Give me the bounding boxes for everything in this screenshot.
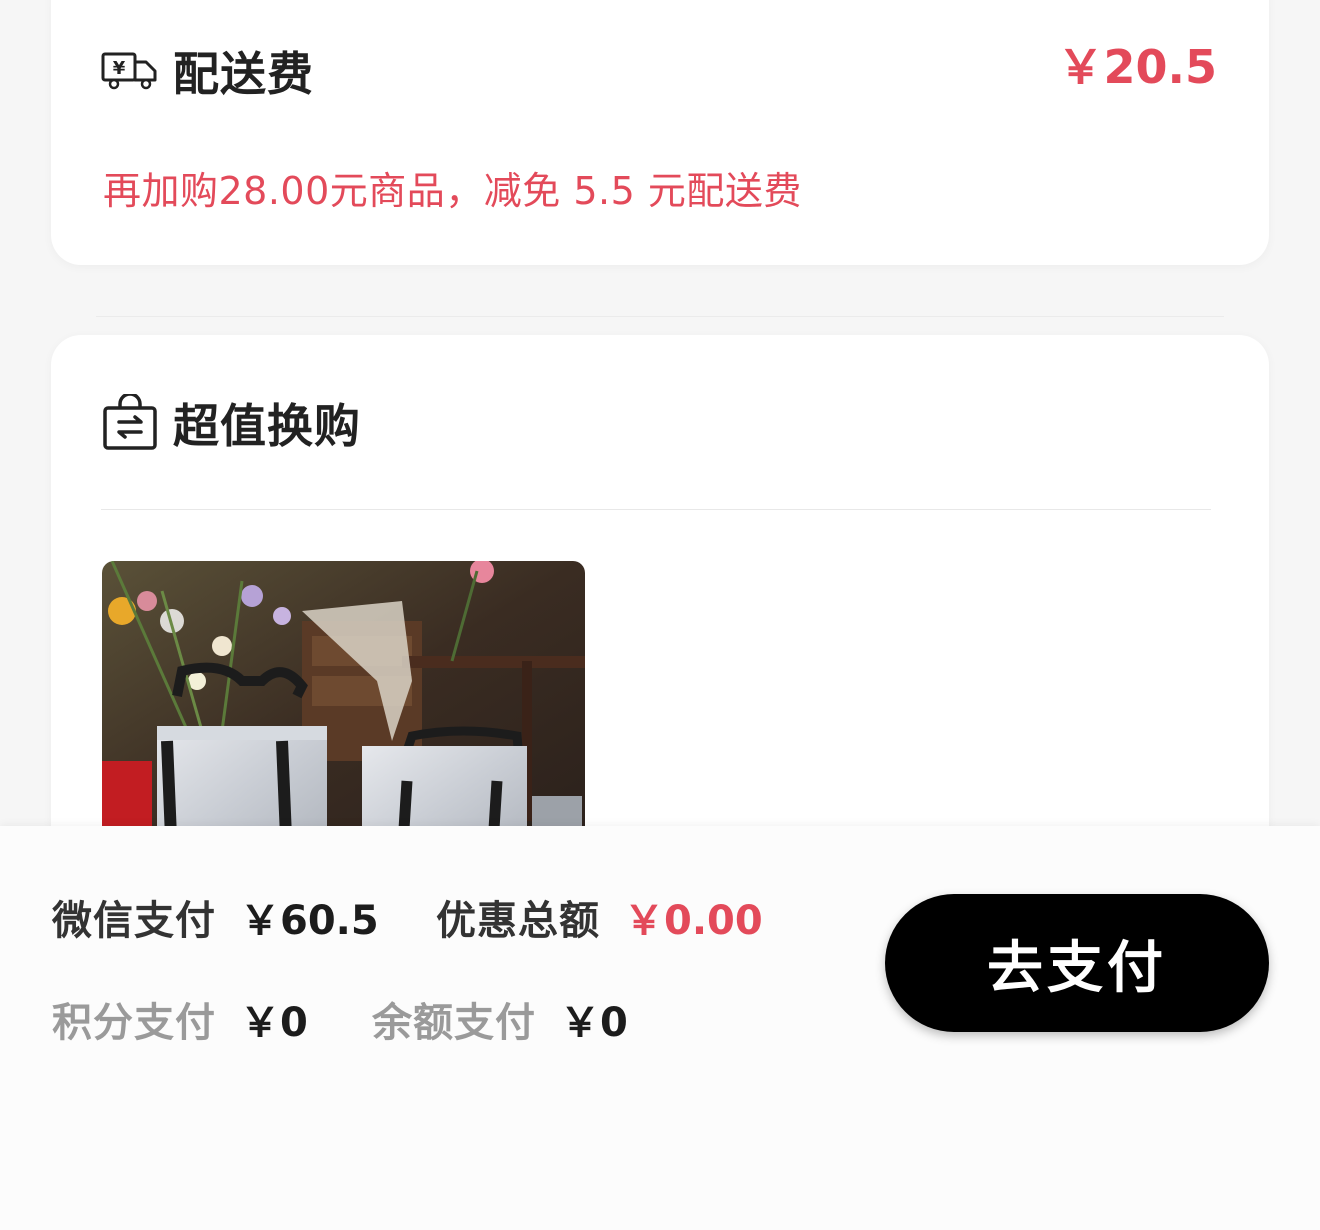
- exchange-purchase-title: 超值换购: [173, 399, 361, 453]
- balance-pay-label: 余额支付: [372, 1000, 536, 1046]
- points-pay-label: 积分支付: [52, 1000, 216, 1046]
- exchange-purchase-card: 超值换购: [51, 335, 1269, 895]
- delivery-truck-yen-icon: ¥: [101, 42, 159, 100]
- delivery-fee-title: 配送费: [173, 47, 314, 101]
- wechat-pay-value: ￥60.5: [240, 898, 379, 944]
- balance-pay-value: ￥0: [560, 1000, 628, 1046]
- go-pay-button[interactable]: 去支付: [885, 894, 1269, 1032]
- wechat-pay-label: 微信支付: [52, 898, 216, 944]
- exchange-bag-icon: [101, 394, 159, 452]
- delivery-fee-card: ¥ 配送费 ￥20.5 再加购28.00元商品，减免 5.5 元配送费: [51, 0, 1269, 265]
- discount-total-item: 优惠总额 ￥0.00: [436, 888, 763, 946]
- wechat-pay-item: 微信支付 ￥60.5: [52, 888, 379, 946]
- discount-total-label: 优惠总额: [436, 898, 600, 944]
- points-pay-item: 积分支付 ￥0: [52, 990, 308, 1048]
- svg-text:¥: ¥: [113, 58, 126, 79]
- checkout-page: ¥ 配送费 ￥20.5 再加购28.00元商品，减免 5.5 元配送费 超值换购: [0, 0, 1320, 1230]
- exchange-product-image[interactable]: [102, 561, 585, 861]
- section-divider: [96, 316, 1224, 317]
- delivery-fee-tip: 再加购28.00元商品，减免 5.5 元配送费: [103, 169, 802, 213]
- exchange-purchase-header: 超值换购: [101, 390, 361, 456]
- discount-total-value: ￥0.00: [624, 898, 763, 944]
- points-pay-value: ￥0: [240, 1000, 308, 1046]
- payment-summary-bar: 微信支付 ￥60.5 优惠总额 ￥0.00 积分支付 ￥0 余额支付 ￥0 去支…: [0, 826, 1320, 1230]
- exchange-divider: [101, 509, 1211, 510]
- balance-pay-item: 余额支付 ￥0: [372, 990, 628, 1048]
- delivery-fee-price: ￥20.5: [1057, 40, 1218, 94]
- delivery-fee-header: ¥ 配送费: [101, 38, 314, 104]
